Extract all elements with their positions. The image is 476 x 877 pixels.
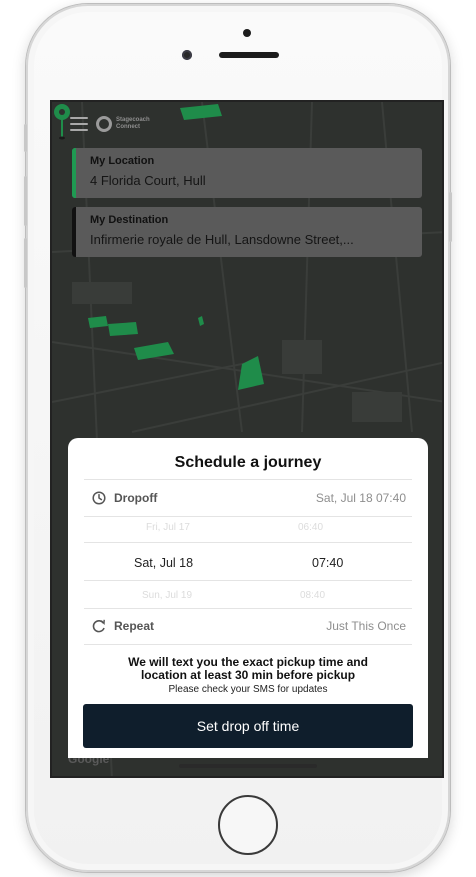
sheet-title: Schedule a journey	[174, 454, 322, 471]
schedule-sheet: Schedule a journey Dropoff Sat, Jul 18 0…	[68, 438, 428, 758]
destination-pin-icon	[54, 104, 70, 140]
picker-selection-bottom	[84, 580, 412, 581]
picker-selected-date: Sat, Jul 18	[134, 556, 194, 570]
picker-selection-top	[84, 542, 412, 543]
app-screen: Stagecoach Connect My Location 4 Florida…	[50, 100, 444, 778]
repeat-row[interactable]: Repeat Just This Once	[68, 609, 428, 643]
picker-next-time: 08:40	[300, 590, 326, 601]
destination-value: Infirmerie royale de Hull, Lansdowne Str…	[90, 232, 354, 247]
dropoff-label-group: Dropoff	[92, 491, 157, 505]
top-bar: Stagecoach Connect	[70, 116, 150, 132]
brand-logo: Stagecoach Connect	[96, 116, 150, 132]
brand-text: Stagecoach Connect	[116, 117, 150, 131]
repeat-value: Just This Once	[326, 619, 406, 633]
home-button[interactable]	[218, 795, 278, 855]
set-dropoff-time-button[interactable]: Set drop off time	[83, 704, 413, 748]
picker-next-date: Sun, Jul 19	[142, 590, 193, 601]
origin-card[interactable]: My Location 4 Florida Court, Hull	[72, 148, 422, 198]
origin-title: My Location	[90, 155, 155, 167]
divider	[84, 644, 412, 645]
mute-switch	[24, 124, 27, 152]
destination-card[interactable]: My Destination Infirmerie royale de Hull…	[72, 207, 422, 257]
menu-icon[interactable]	[70, 117, 88, 131]
volume-down-button	[24, 238, 27, 288]
repeat-label-group: Repeat	[92, 619, 154, 633]
brand-line-2: Connect	[116, 124, 140, 130]
destination-accent	[72, 207, 76, 257]
front-camera	[182, 50, 192, 60]
picker-selected-time: 07:40	[312, 556, 344, 570]
repeat-icon	[92, 619, 105, 633]
brand-line-1: Stagecoach	[116, 117, 150, 123]
picker-prev-date: Fri, Jul 17	[146, 522, 190, 533]
pickup-notice-line-2: location at least 30 min before pickup	[140, 668, 356, 682]
dropoff-label: Dropoff	[114, 491, 158, 505]
clock-icon	[92, 491, 106, 505]
brand-mark-icon	[96, 116, 112, 132]
dropoff-row[interactable]: Dropoff Sat, Jul 18 07:40	[68, 480, 428, 516]
sms-notice: Please check your SMS for updates	[168, 684, 328, 695]
repeat-label: Repeat	[114, 619, 155, 633]
origin-accent	[72, 148, 76, 198]
proximity-sensor	[243, 29, 251, 37]
volume-up-button	[24, 176, 27, 226]
pickup-notice: We will text you the exact pickup time a…	[68, 656, 428, 682]
datetime-picker[interactable]: Fri, Jul 17 06:40 Sat, Jul 18 07:40 Sun,…	[68, 516, 428, 608]
destination-title: My Destination	[90, 214, 169, 226]
origin-value: 4 Florida Court, Hull	[90, 173, 206, 188]
power-button	[449, 192, 452, 242]
picker-prev-time: 06:40	[298, 522, 324, 533]
dropoff-value: Sat, Jul 18 07:40	[315, 491, 406, 505]
earpiece-speaker	[219, 52, 279, 58]
home-indicator	[179, 764, 317, 768]
